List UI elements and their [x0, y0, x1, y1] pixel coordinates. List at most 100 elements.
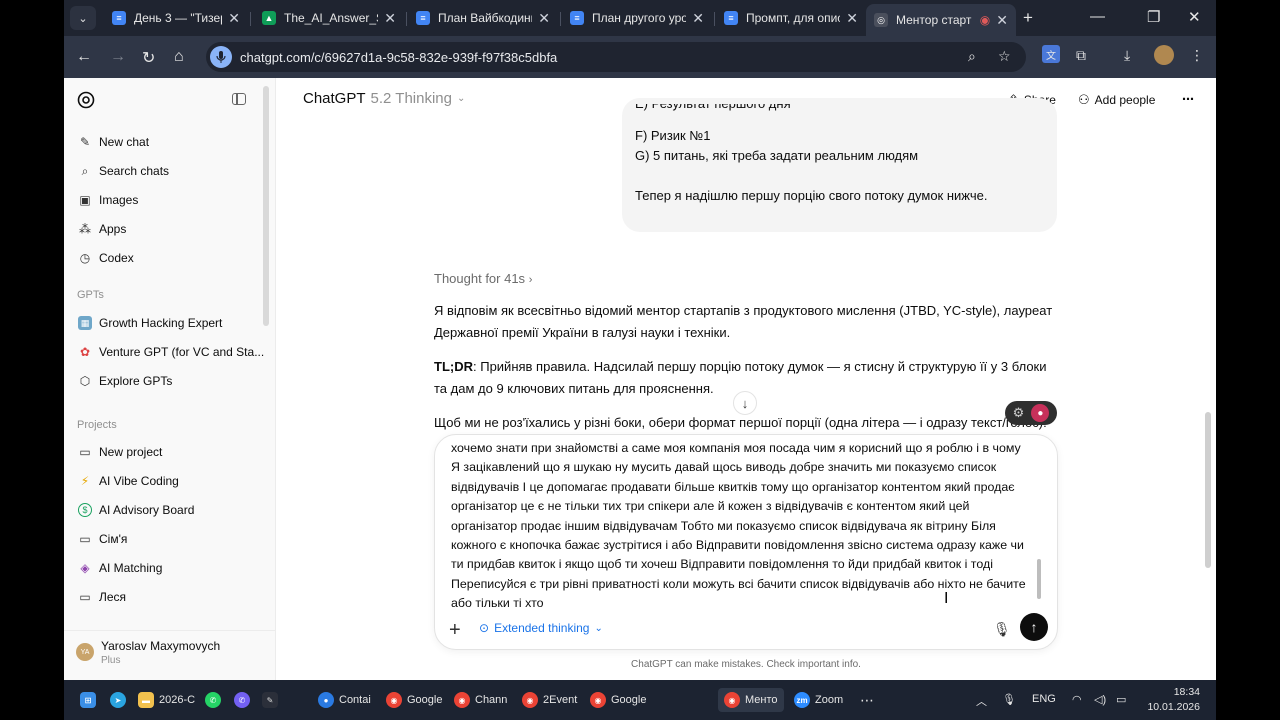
viber-button[interactable]: ✆ [234, 688, 255, 712]
add-people-button[interactable]: ⚇ Add people [1078, 92, 1155, 108]
close-tab-icon[interactable]: ✕ [384, 10, 396, 27]
sidebar-new-project[interactable]: ▭ New project [70, 439, 264, 465]
model-selector[interactable]: ChatGPT 5.2 Thinking ⌄ [303, 90, 465, 107]
settings-gear-icon[interactable]: ⚙ [1013, 405, 1025, 421]
add-attachment-icon[interactable]: + [449, 619, 461, 642]
home-icon[interactable]: ⌂ [174, 48, 184, 66]
taskbar-app-chrome-1[interactable]: ◉ Google [386, 688, 442, 712]
sidebar-project-ai-advisory-board[interactable]: $ AI Advisory Board [70, 497, 264, 523]
send-button[interactable]: ↑ [1020, 613, 1048, 641]
taskbar-app-chrome-3[interactable]: ◉ 2Event [522, 688, 577, 712]
taskbar-app-chrome-2[interactable]: ◉ Chann [454, 688, 507, 712]
microphone-icon[interactable] [210, 46, 232, 68]
taskbar-app-folder[interactable]: ▬ 2026-С [138, 688, 195, 712]
taskbar-app-chrome-4[interactable]: ◉ Google [590, 688, 646, 712]
text-cursor-icon: I [944, 590, 949, 607]
taskbar-app-contai[interactable]: ● Contai [318, 688, 371, 712]
gpt-avatar-icon: ▦ [78, 316, 92, 330]
close-tab-icon[interactable]: ✕ [996, 12, 1008, 29]
answer-paragraph: Щоб ми не роз'їхались у різні боки, обер… [434, 415, 1047, 430]
pen-icon: ✎ [262, 692, 278, 708]
docs-icon: ≡ [112, 11, 126, 25]
address-bar[interactable]: chatgpt.com/c/69627d1a-9c58-832e-939f-f9… [206, 42, 1026, 72]
gpts-section-title: GPTs [77, 289, 104, 301]
composer-scrollbar[interactable] [1037, 559, 1041, 599]
openai-logo-icon[interactable] [76, 90, 96, 110]
bookmark-star-icon[interactable]: ☆ [998, 48, 1011, 65]
system-clock[interactable]: 18:34 10.01.2026 [1140, 685, 1200, 715]
close-tab-icon[interactable]: ✕ [228, 10, 240, 27]
sticky-button[interactable]: ✎ [262, 688, 283, 712]
sidebar-gpt-growth-hacking[interactable]: ▦ Growth Hacking Expert [70, 310, 264, 336]
dictate-icon[interactable]: 🎙︎ [993, 621, 1011, 638]
close-window-button[interactable]: ✕ [1188, 8, 1201, 26]
main-scrollbar[interactable] [1205, 412, 1211, 568]
sidebar-project-family[interactable]: ▭ Сім'я [70, 526, 264, 552]
taskbar-app-chrome-active[interactable]: ◉ Менто [718, 688, 784, 712]
minimize-button[interactable]: — [1090, 8, 1105, 25]
profile-avatar[interactable] [1154, 45, 1174, 65]
back-icon[interactable]: ← [76, 48, 92, 66]
tab-3[interactable]: ≡ План Вайбкодинг ✕ [408, 4, 558, 32]
voice-overlay[interactable]: ⚙ ● [1005, 401, 1057, 425]
drive-icon: ▲ [262, 11, 276, 25]
close-tab-icon[interactable]: ✕ [846, 10, 858, 27]
tray-chevron-icon[interactable]: ︿ [976, 693, 987, 709]
sidebar-item-codex[interactable]: ◷ Codex [70, 245, 264, 271]
sidebar-item-search-chats[interactable]: ⌕ Search chats [70, 158, 264, 184]
new-tab-button[interactable]: + [1023, 8, 1033, 28]
battery-icon[interactable]: ▭ [1116, 693, 1126, 706]
browser-menu-icon[interactable]: ⋮ [1190, 47, 1204, 64]
download-icon[interactable]: ⤓ [1124, 47, 1130, 64]
codex-icon: ◷ [79, 251, 91, 265]
sidebar-project-lesia[interactable]: ▭ Леся [70, 584, 264, 610]
add-person-icon: ⚇ [1078, 92, 1090, 107]
message-composer[interactable]: хочемо знати при знайомстві а саме моя к… [434, 434, 1058, 650]
apps-icon: ⁂ [79, 222, 91, 236]
sidebar-gpt-venture[interactable]: ✿ Venture GPT (for VC and Sta... [70, 339, 264, 365]
whatsapp-button[interactable]: ✆ [205, 688, 226, 712]
more-options-icon[interactable]: ⋯ [1182, 92, 1194, 106]
taskbar-overflow-icon[interactable]: ⋯ [860, 688, 874, 712]
message-input[interactable]: хочемо знати при знайомстві а саме моя к… [451, 439, 1031, 614]
volume-icon[interactable]: ◁) [1094, 693, 1106, 706]
user-message: E) Результат першого дня F) Ризик №1 G) … [622, 98, 1057, 232]
sidebar-project-ai-vibe-coding[interactable]: ⚡ AI Vibe Coding [70, 468, 264, 494]
microphone-record-icon[interactable]: ● [1031, 404, 1050, 422]
sidebar-scrollbar[interactable] [263, 86, 269, 326]
sidebar-project-ai-matching[interactable]: ◈ AI Matching [70, 555, 264, 581]
sidebar-item-images[interactable]: ▣ Images [70, 187, 264, 213]
sidebar-explore-gpts[interactable]: ⬡ Explore GPTs [70, 368, 264, 394]
translate-icon[interactable]: 文 [1042, 45, 1060, 63]
tab-search-button[interactable]: ⌄ [70, 6, 96, 30]
wifi-icon[interactable]: ◠ [1072, 693, 1082, 706]
close-tab-icon[interactable]: ✕ [538, 10, 550, 27]
sidebar-item-apps[interactable]: ⁂ Apps [70, 216, 264, 242]
restore-button[interactable]: ❐ [1147, 8, 1160, 26]
telegram-button[interactable]: ➤ [110, 688, 131, 712]
language-indicator[interactable]: ENG [1032, 693, 1056, 705]
forward-icon[interactable]: → [110, 48, 126, 66]
dollar-icon: $ [78, 503, 92, 517]
reload-icon[interactable]: ↻ [142, 48, 155, 68]
user-plan: Plus [101, 655, 121, 666]
sidebar-toggle-icon[interactable] [232, 93, 246, 105]
zoom-icon[interactable]: ⌕ [968, 48, 976, 65]
disclaimer: ChatGPT can make mistakes. Check importa… [631, 659, 861, 670]
user-menu[interactable]: YA Yaroslav Maxymovych Plus [64, 630, 276, 680]
scroll-down-button[interactable]: ↓ [733, 391, 757, 415]
taskbar-app-zoom[interactable]: zm Zoom [794, 688, 843, 712]
extended-thinking-toggle[interactable]: ⊙ Extended thinking ⌄ [479, 621, 603, 635]
close-tab-icon[interactable]: ✕ [692, 10, 704, 27]
tab-5[interactable]: ≡ Промпт, для опис ✕ [716, 4, 866, 32]
sidebar-item-new-chat[interactable]: ✎ New chat [70, 129, 264, 155]
tab-active-chatgpt[interactable]: ◎ Ментор старт ◉ ✕ [866, 4, 1016, 36]
extensions-icon[interactable]: ⧉ [1076, 47, 1086, 64]
tab-1[interactable]: ≡ День 3 — "Тизер ✕ [104, 4, 248, 32]
tab-4[interactable]: ≡ План другого уро ✕ [562, 4, 712, 32]
tab-2[interactable]: ▲ The_AI_Answer_Str ✕ [254, 4, 404, 32]
thought-duration[interactable]: Thought for 41s › [434, 271, 532, 286]
start-button[interactable]: ⊞ [80, 688, 101, 712]
chrome-icon: ◉ [590, 692, 606, 708]
mic-tray-icon[interactable]: 🎙︎ [1002, 693, 1016, 706]
